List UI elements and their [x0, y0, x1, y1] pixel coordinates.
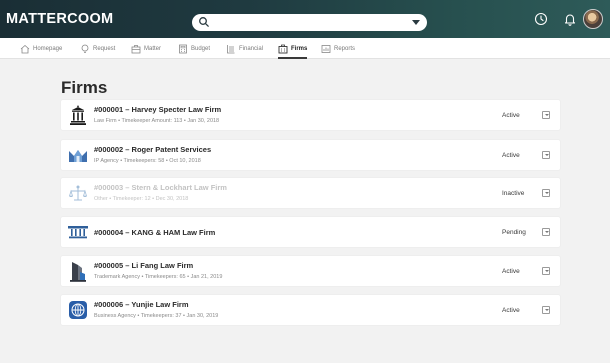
expand-icon[interactable] [542, 306, 550, 314]
nav-label: Request [93, 45, 116, 52]
status-badge: Active [502, 307, 520, 314]
calculator-icon [179, 44, 187, 53]
firm-title: #000004 – KANG & HAM Law Firm [94, 228, 216, 237]
firm-title: #000002 – Roger Patent Services [94, 145, 212, 154]
nav-label: Budget [191, 45, 211, 52]
status-badge: Active [502, 112, 520, 119]
firm-card[interactable]: #000003 – Stern & Lockhart Law Firm Othe… [61, 178, 560, 208]
nav-item-financial[interactable]: Financial [226, 38, 263, 59]
expand-icon[interactable] [542, 189, 550, 197]
expand-icon[interactable] [542, 111, 550, 119]
nav-item-reports[interactable]: Reports [321, 38, 355, 59]
firm-card[interactable]: #000001 – Harvey Specter Law Firm Law Fi… [61, 100, 560, 130]
firm-title: #000006 – Yunjie Law Firm [94, 300, 189, 309]
nav-item-budget[interactable]: Budget [178, 38, 210, 59]
tower-icon [66, 259, 90, 283]
clock-icon[interactable] [533, 11, 549, 27]
tab-firms[interactable]: Firms [278, 38, 308, 59]
search-bar[interactable] [192, 14, 427, 31]
bell-icon[interactable] [562, 11, 578, 27]
main-nav: Homepage Request Matter Budget Financial… [0, 38, 610, 59]
home-icon [20, 44, 30, 53]
firm-title: #000001 – Harvey Specter Law Firm [94, 105, 222, 114]
avatar[interactable] [583, 9, 603, 29]
nav-label: Financial [239, 45, 264, 52]
pillars-icon [66, 220, 90, 244]
courthouse-icon [66, 103, 90, 127]
nav-item-matter[interactable]: Matter [131, 38, 161, 59]
app-logo[interactable]: MATTERCOOM [6, 11, 113, 27]
nav-label: Reports [334, 45, 356, 52]
globe-badge-icon [66, 298, 90, 322]
status-badge: Active [502, 152, 520, 159]
scales-icon [66, 181, 90, 205]
firm-subtitle: IP Agency • Timekeepers: 58 • Oct 10, 20… [94, 158, 201, 164]
expand-icon[interactable] [542, 228, 550, 236]
status-badge: Active [502, 268, 520, 275]
mountain-logo-icon [66, 143, 90, 167]
firm-card[interactable]: #000005 – Li Fang Law Firm Trademark Age… [61, 256, 560, 286]
status-badge: Inactive [502, 190, 525, 197]
top-bar: MATTERCOOM [0, 0, 610, 38]
firm-subtitle: Business Agency • Timekeepers: 37 • Jan … [94, 313, 219, 319]
nav-label: Matter [144, 45, 162, 52]
nav-label: Homepage [33, 45, 63, 52]
ledger-icon [227, 44, 235, 53]
nav-label: Firms [291, 45, 308, 52]
chevron-down-icon[interactable] [412, 20, 420, 25]
building-icon [278, 44, 288, 53]
search-icon [199, 17, 209, 27]
page-title: Firms [61, 78, 108, 97]
briefcase-icon [131, 44, 141, 53]
firm-title: #000005 – Li Fang Law Firm [94, 261, 194, 270]
firm-card[interactable]: #000004 – KANG & HAM Law Firm Pending [61, 217, 560, 247]
firm-subtitle: Law Firm • Timekeeper Amount: 113 • Jan … [94, 118, 220, 124]
firm-card[interactable]: #000002 – Roger Patent Services IP Agenc… [61, 140, 560, 170]
nav-item-request[interactable]: Request [80, 38, 115, 59]
status-badge: Pending [502, 229, 526, 236]
expand-icon[interactable] [542, 267, 550, 275]
expand-icon[interactable] [542, 151, 550, 159]
firm-subtitle: Trademark Agency • Timekeepers: 65 • Jan… [94, 274, 223, 280]
firm-subtitle: Other • Timekeeper: 12 • Dec 30, 2018 [94, 196, 189, 202]
report-icon [321, 44, 331, 53]
firm-title: #000003 – Stern & Lockhart Law Firm [94, 183, 227, 192]
firm-card[interactable]: #000006 – Yunjie Law Firm Business Agenc… [61, 295, 560, 325]
lightbulb-icon [81, 44, 89, 53]
nav-item-homepage[interactable]: Homepage [20, 38, 62, 59]
